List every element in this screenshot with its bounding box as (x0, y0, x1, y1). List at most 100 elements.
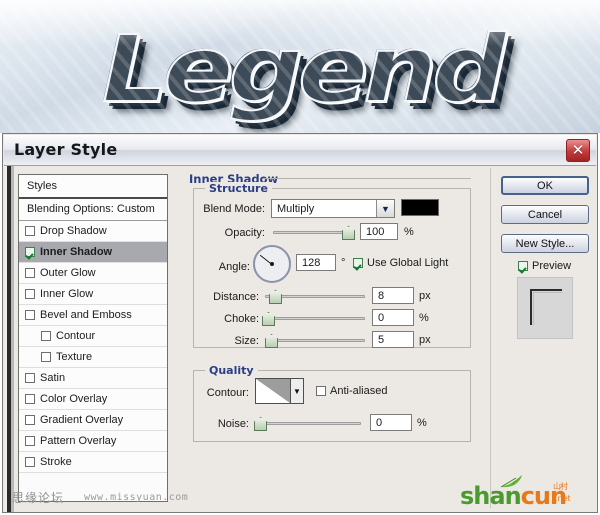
effect-row-bevel-and-emboss[interactable]: Bevel and Emboss (19, 305, 167, 326)
effect-row-outer-glow[interactable]: Outer Glow (19, 263, 167, 284)
checkbox-texture[interactable] (41, 352, 51, 362)
checkbox-preview[interactable] (518, 261, 528, 271)
size-slider-thumb[interactable] (265, 334, 278, 348)
effect-row-gradient-overlay[interactable]: Gradient Overlay (19, 410, 167, 431)
effect-row-stroke[interactable]: Stroke (19, 452, 167, 473)
checkbox-use-global-light[interactable] (353, 258, 363, 268)
blend-mode-value: Multiply (277, 202, 315, 215)
effect-label: Contour (56, 330, 96, 342)
checkbox-contour[interactable] (41, 331, 51, 341)
ok-button[interactable]: OK (501, 176, 589, 195)
angle-dial-knob (270, 262, 274, 266)
opacity-unit: % (404, 226, 414, 238)
checkbox-anti-aliased[interactable] (316, 386, 326, 396)
checkbox-drop-shadow[interactable] (25, 226, 35, 236)
contour-curve-graphic (256, 379, 290, 403)
quality-group-label: Quality (205, 364, 258, 377)
banner-artwork: Legend (0, 0, 600, 133)
effect-row-inner-glow[interactable]: Inner Glow (19, 284, 167, 305)
effect-label: Gradient Overlay (40, 414, 124, 426)
angle-unit: ° (341, 257, 346, 269)
effect-label: Outer Glow (40, 267, 96, 279)
distance-slider-thumb[interactable] (269, 290, 282, 304)
checkbox-satin[interactable] (25, 373, 35, 383)
new-style-button[interactable]: New Style... (501, 234, 589, 253)
distance-unit: px (419, 290, 431, 302)
noise-input[interactable]: 0 (370, 414, 412, 431)
effect-row-inner-shadow[interactable]: Inner Shadow (19, 242, 167, 263)
checkbox-color-overlay[interactable] (25, 394, 35, 404)
distance-input[interactable]: 8 (372, 287, 414, 304)
contour-dropdown-arrow-icon[interactable]: ▼ (291, 378, 304, 404)
size-label: Size: (234, 335, 259, 347)
blend-mode-select[interactable]: Multiply ▼ (271, 199, 395, 218)
blend-mode-label: Blend Mode: (203, 203, 265, 215)
quality-group (193, 370, 471, 442)
noise-unit: % (417, 417, 427, 429)
checkbox-outer-glow[interactable] (25, 268, 35, 278)
blending-options-row[interactable]: Blending Options: Custom (19, 199, 167, 221)
anti-aliased-label: Anti-aliased (330, 385, 388, 397)
anti-aliased-row[interactable]: Anti-aliased (316, 385, 387, 397)
styles-list-header[interactable]: Styles (19, 175, 167, 199)
checkbox-inner-glow[interactable] (25, 289, 35, 299)
effect-label: Texture (56, 351, 93, 363)
cancel-button[interactable]: Cancel (501, 205, 589, 224)
preview-label: Preview (532, 260, 572, 272)
checkbox-bevel-and-emboss[interactable] (25, 310, 35, 320)
styles-list-panel: Styles Blending Options: Custom Drop Sha… (18, 174, 168, 502)
preview-corner-highlight (533, 292, 562, 325)
close-icon[interactable]: ✕ (566, 139, 590, 162)
preview-row[interactable]: Preview (518, 260, 571, 272)
checkbox-pattern-overlay[interactable] (25, 436, 35, 446)
effect-row-satin[interactable]: Satin (19, 368, 167, 389)
checkbox-gradient-overlay[interactable] (25, 415, 35, 425)
use-global-light-row[interactable]: Use Global Light (353, 257, 448, 269)
effect-row-pattern-overlay[interactable]: Pattern Overlay (19, 431, 167, 452)
checkbox-stroke[interactable] (25, 457, 35, 467)
choke-slider[interactable] (262, 311, 365, 326)
angle-dial[interactable] (253, 245, 291, 283)
effect-label: Satin (40, 372, 66, 384)
angle-label: Angle: (218, 261, 250, 273)
effect-row-drop-shadow[interactable]: Drop Shadow (19, 221, 167, 242)
dialog-titlebar[interactable]: Layer Style ✕ (4, 135, 596, 166)
effect-row-texture[interactable]: Texture (19, 347, 167, 368)
dialog-title: Layer Style (14, 140, 118, 159)
opacity-slider[interactable] (273, 225, 355, 240)
effect-row-color-overlay[interactable]: Color Overlay (19, 389, 167, 410)
choke-unit: % (419, 312, 429, 324)
watermark-forum-url: www.missyuan.com (84, 492, 189, 503)
size-slider[interactable] (265, 333, 365, 348)
noise-slider[interactable] (254, 416, 361, 431)
chevron-down-icon[interactable]: ▼ (376, 200, 394, 217)
effect-label: Bevel and Emboss (40, 309, 132, 321)
logo-text-tld: .net (555, 494, 571, 503)
effect-row-contour[interactable]: Contour (19, 326, 167, 347)
choke-input[interactable]: 0 (372, 309, 414, 326)
noise-slider-track (257, 422, 361, 425)
opacity-label: Opacity: (224, 227, 265, 239)
opacity-input[interactable]: 100 (360, 223, 398, 240)
dialog-left-gutter (5, 166, 14, 512)
distance-slider[interactable] (265, 289, 365, 304)
noise-label: Noise: (217, 418, 249, 430)
contour-preset-swatch[interactable] (255, 378, 291, 404)
choke-label: Choke: (224, 313, 259, 325)
blend-color-swatch[interactable] (401, 199, 439, 216)
watermark-forum-cn: 思缘论坛 (12, 491, 65, 505)
structure-group-label: Structure (205, 182, 272, 195)
logo-wordmark: shancun (460, 482, 567, 510)
choke-slider-track (265, 317, 365, 320)
banner-legend-text: Legend (0, 15, 600, 124)
angle-input[interactable]: 128 (296, 254, 336, 271)
logo-text-shan: shan (460, 482, 522, 510)
effect-preview-thumbnail (517, 277, 573, 339)
use-global-light-label: Use Global Light (367, 257, 449, 269)
checkbox-inner-shadow[interactable] (25, 247, 35, 257)
effect-label: Inner Shadow (40, 246, 113, 258)
size-unit: px (419, 334, 431, 346)
section-rule (263, 178, 471, 179)
size-slider-track (265, 339, 365, 342)
size-input[interactable]: 5 (372, 331, 414, 348)
